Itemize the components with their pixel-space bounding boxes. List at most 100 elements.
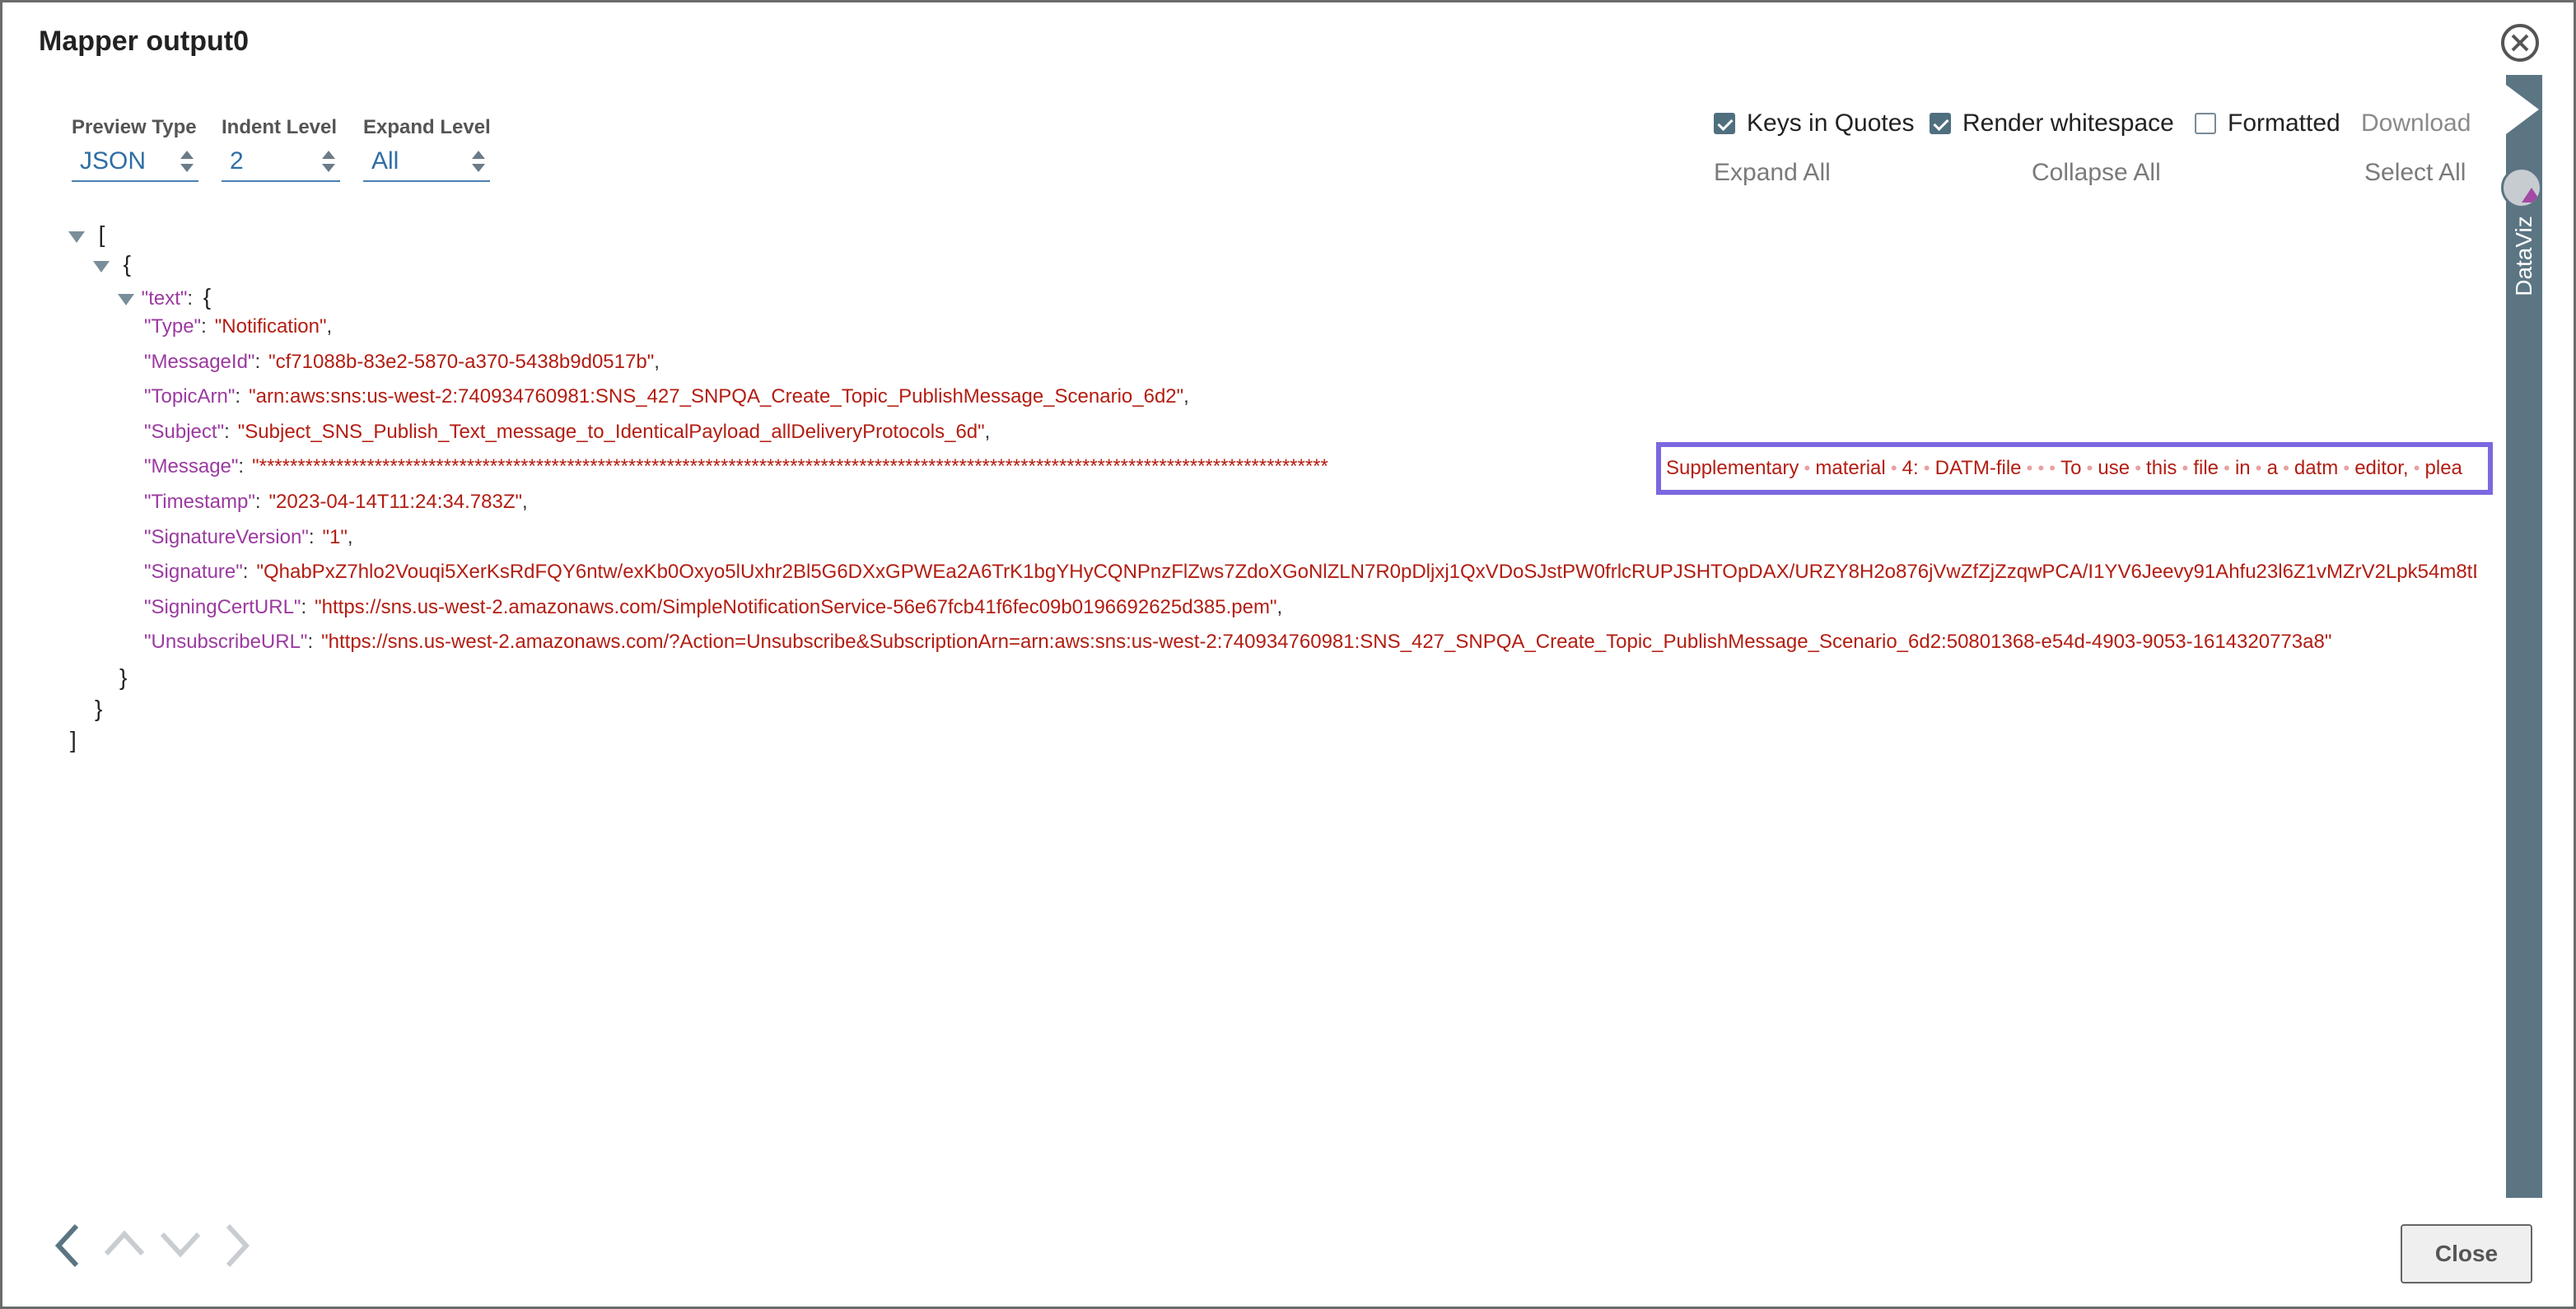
- collapse-all-link[interactable]: Collapse All: [2032, 159, 2161, 187]
- json-value: "https://sns.us-west-2.amazonaws.com/?Ac…: [321, 631, 2332, 654]
- select-all-link[interactable]: Select All: [2364, 159, 2466, 187]
- prev-arrow-icon[interactable]: [52, 1221, 85, 1270]
- json-field-row[interactable]: "UnsubscribeURL": "https://sns.us-west-2.…: [144, 627, 2331, 657]
- spinner-icon: [180, 151, 194, 175]
- json-field-row[interactable]: "SignatureVersion": "1",: [144, 523, 353, 552]
- json-field-row[interactable]: "MessageId": "cf71088b-83e2-5870-a370-543…: [144, 347, 660, 377]
- spinner-icon: [472, 151, 485, 175]
- array-close: ]: [70, 727, 77, 752]
- whitespace-dot-icon: •: [2219, 458, 2235, 478]
- tree-node-root: [: [68, 220, 105, 249]
- json-key: "SigningCertURL": [144, 595, 301, 618]
- message-word: 4:: [1902, 457, 1919, 479]
- formatted-option[interactable]: Formatted: [2195, 109, 2340, 137]
- json-field-row[interactable]: "Type": "Notification",: [144, 312, 332, 342]
- mapper-output-dialog: Mapper output0 Preview Type JSON Indent …: [0, 0, 2576, 1309]
- dataviz-label: DataViz: [2511, 216, 2536, 296]
- json-key: "Signature": [144, 561, 243, 584]
- whitespace-dot-icon: •: [2130, 458, 2147, 478]
- preview-type-control: Preview Type JSON: [72, 116, 198, 182]
- whitespace-dot-icon: •: [1885, 458, 1902, 478]
- indent-level-select[interactable]: 2: [222, 144, 340, 182]
- message-word: To: [2060, 457, 2082, 479]
- message-word: Supplementary: [1666, 457, 1799, 479]
- whitespace-dot-icon: •: [2250, 458, 2267, 478]
- whitespace-dot-icon: •: [1799, 458, 1816, 478]
- keys-in-quotes-option[interactable]: Keys in Quotes: [1714, 109, 1914, 137]
- keys-in-quotes-checkbox[interactable]: [1714, 113, 1735, 134]
- json-key: "MessageId": [144, 350, 255, 373]
- whitespace-dot-icon: •: [1918, 458, 1935, 478]
- json-field-row[interactable]: "Message": "*****************************…: [144, 452, 1328, 482]
- message-word: use: [2098, 457, 2130, 479]
- json-key: "Type": [144, 315, 202, 338]
- json-key: "TopicArn": [144, 385, 236, 408]
- json-value: "cf71088b-83e2-5870-a370-5438b9d0517b": [268, 350, 655, 373]
- expand-level-control: Expand Level All: [363, 116, 491, 182]
- message-word: plea: [2424, 457, 2462, 479]
- json-key: "UnsubscribeURL": [144, 631, 308, 654]
- next-arrow-icon[interactable]: [220, 1221, 253, 1270]
- up-arrow-icon[interactable]: [101, 1227, 147, 1260]
- dataviz-tab[interactable]: DataViz: [2506, 210, 2542, 302]
- close-button[interactable]: Close: [2401, 1224, 2532, 1283]
- whitespace-dot-icon: •: [2338, 458, 2355, 478]
- message-word: editor,: [2354, 457, 2409, 479]
- render-whitespace-label: Render whitespace: [1962, 109, 2174, 137]
- json-key: "SignatureVersion": [144, 525, 309, 548]
- indent-level-control: Indent Level 2: [222, 116, 340, 182]
- close-icon[interactable]: [2501, 24, 2539, 62]
- json-key: "Message": [144, 455, 239, 478]
- json-value: "arn:aws:sns:us-west-2:740934760981:SNS_…: [249, 385, 1184, 408]
- collapse-triangle-icon[interactable]: [93, 260, 110, 273]
- array-open: [: [98, 221, 105, 247]
- formatted-label: Formatted: [2228, 109, 2340, 137]
- render-whitespace-option[interactable]: Render whitespace: [1930, 109, 2174, 137]
- text-object-open: {: [203, 284, 212, 310]
- download-link[interactable]: Download: [2361, 109, 2471, 137]
- json-value: "1": [322, 525, 348, 548]
- message-word: this: [2146, 457, 2177, 479]
- json-field-row[interactable]: "Subject": "Subject_SNS_Publish_Text_mess…: [144, 417, 990, 447]
- json-field-row[interactable]: "SigningCertURL": "https://sns.us-west-2.…: [144, 593, 1282, 622]
- message-word: a: [2266, 457, 2278, 479]
- indent-level-label: Indent Level: [222, 116, 338, 138]
- message-word: in: [2234, 457, 2251, 479]
- json-value: "2023-04-14T11:24:34.783Z": [268, 491, 522, 513]
- json-value: "https://sns.us-west-2.amazonaws.com/Sim…: [315, 595, 1277, 618]
- indent-level-value: 2: [230, 147, 244, 175]
- preview-type-select[interactable]: JSON: [72, 144, 198, 182]
- object-close: }: [95, 696, 103, 721]
- preview-type-label: Preview Type: [72, 116, 197, 138]
- object-open: {: [123, 251, 132, 277]
- message-word: DATM-file: [1934, 457, 2022, 479]
- whitespace-dot-icon: •: [2049, 458, 2061, 478]
- down-arrow-icon[interactable]: [157, 1227, 203, 1260]
- collapse-triangle-icon[interactable]: [118, 293, 134, 305]
- keys-in-quotes-label: Keys in Quotes: [1747, 109, 1915, 137]
- pie-chart-icon[interactable]: [2501, 167, 2542, 208]
- expand-level-select[interactable]: All: [363, 144, 490, 182]
- text-key: "text": [141, 287, 188, 310]
- whitespace-dot-icon: •: [2177, 458, 2194, 478]
- json-key: "Subject": [144, 420, 225, 443]
- dialog-title: Mapper output0: [39, 26, 249, 57]
- expand-all-link[interactable]: Expand All: [1714, 159, 1831, 187]
- expand-level-value: All: [371, 147, 399, 175]
- json-field-row[interactable]: "TopicArn": "arn:aws:sns:us-west-2:740934…: [144, 382, 1189, 412]
- json-value: "***************************************…: [252, 455, 1328, 478]
- message-highlight-box[interactable]: Supplementary • material • 4: • DATM-fil…: [1656, 442, 2493, 495]
- tree-node-text: "text": {: [118, 282, 211, 312]
- collapse-triangle-icon[interactable]: [68, 231, 85, 243]
- tree-node-object: {: [93, 249, 131, 279]
- formatted-checkbox[interactable]: [2195, 113, 2216, 134]
- render-whitespace-checkbox[interactable]: [1930, 113, 1951, 134]
- whitespace-dot-icon: •: [2277, 458, 2294, 478]
- json-field-row[interactable]: "Timestamp": "2023-04-14T11:24:34.783Z",: [144, 487, 528, 517]
- message-word: material: [1815, 457, 1886, 479]
- json-value: "Subject_SNS_Publish_Text_message_to_Ide…: [237, 420, 985, 443]
- json-field-row[interactable]: "Signature": "QhabPxZ7hlo2Vouqi5XerKsRdFQ…: [144, 557, 2476, 587]
- panel-toggle-arrow-icon[interactable]: [2506, 85, 2539, 134]
- preview-type-value: JSON: [80, 147, 147, 175]
- expand-level-label: Expand Level: [363, 116, 491, 138]
